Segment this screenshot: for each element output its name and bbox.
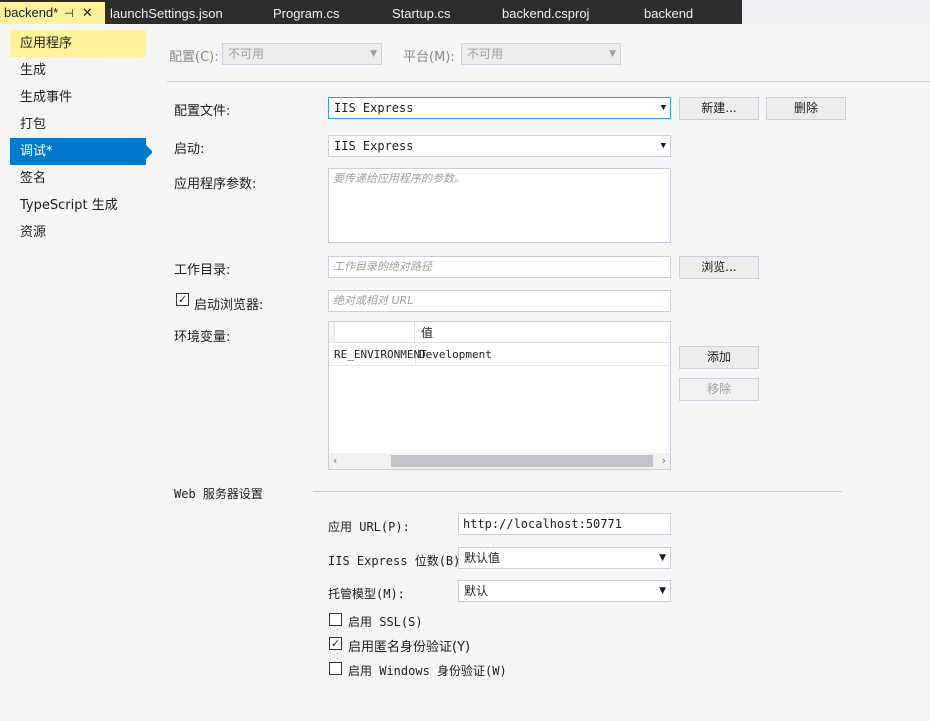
app-url-input[interactable]: http://localhost:50771 xyxy=(458,513,671,535)
chevron-down-icon: ▼ xyxy=(370,49,377,59)
iis-bitness-label: IIS Express 位数(B): xyxy=(328,554,468,568)
workdir-label: 工作目录: xyxy=(174,263,231,278)
tab-program[interactable]: Program.cs xyxy=(269,3,339,24)
env-grid-name-header[interactable] xyxy=(335,322,415,343)
web-server-separator xyxy=(313,491,842,492)
windows-auth-checkbox[interactable] xyxy=(329,662,342,675)
nav-item-package[interactable]: 打包 xyxy=(10,111,146,138)
chevron-down-icon: ▼ xyxy=(660,141,666,151)
scroll-right-icon[interactable]: › xyxy=(662,454,666,467)
env-grid-header: 值 xyxy=(329,322,670,343)
nav-item-resources[interactable]: 资源 xyxy=(10,219,146,246)
workdir-placeholder: 工作目录的绝对路径 xyxy=(333,260,432,273)
delete-profile-button[interactable]: 删除 xyxy=(766,97,846,120)
tab-startup[interactable]: Startup.cs xyxy=(388,3,451,24)
config-select[interactable]: 不可用 ▼ xyxy=(222,43,382,65)
scrollbar-thumb[interactable] xyxy=(391,455,653,467)
pin-icon[interactable]: ⊣ xyxy=(64,4,74,25)
app-url-value: http://localhost:50771 xyxy=(463,517,622,531)
chevron-down-icon: ▼ xyxy=(659,586,666,596)
tab-label: Startup.cs xyxy=(392,6,451,21)
debug-properties-panel: 配置(C): 不可用 ▼ 平台(M): 不可用 ▼ 配置文件: IIS Expres… xyxy=(152,24,930,721)
profile-label: 配置文件: xyxy=(174,104,231,119)
profile-select-value: IIS Express xyxy=(334,101,414,115)
chevron-down-icon: ▼ xyxy=(659,553,666,563)
tab-label: backend.csproj xyxy=(502,6,590,21)
platform-select[interactable]: 不可用 ▼ xyxy=(461,43,621,65)
env-vars-label: 环境变量: xyxy=(174,330,231,345)
anon-auth-label: 启用匿名身份验证(Y) xyxy=(348,640,471,655)
platform-label: 平台(M): xyxy=(403,50,455,65)
profile-select[interactable]: IIS Express ▼ xyxy=(328,97,671,119)
hosting-model-value: 默认 xyxy=(464,584,489,598)
launch-select[interactable]: IIS Express ▼ xyxy=(328,135,671,157)
add-env-button[interactable]: 添加 xyxy=(679,346,759,369)
nav-item-application[interactable]: 应用程序 xyxy=(10,30,146,57)
config-label: 配置(C): xyxy=(169,50,219,65)
browse-button[interactable]: 浏览... xyxy=(679,256,759,279)
ssl-checkbox[interactable] xyxy=(329,613,342,626)
tab-label: backend* xyxy=(4,5,59,20)
config-separator xyxy=(167,81,930,82)
tab-label: Program.cs xyxy=(273,6,340,21)
nav-item-signing[interactable]: 签名 xyxy=(10,165,146,192)
tab-label: launchSettings.json xyxy=(110,6,223,21)
document-tab-strip: backend* ⊣ ✕ launchSettings.json Program.c… xyxy=(0,0,930,24)
tab-backend-project[interactable]: backend xyxy=(640,3,693,24)
iis-bitness-value: 默认值 xyxy=(464,551,501,565)
app-args-placeholder: 要传递给应用程序的参数。 xyxy=(333,172,465,185)
web-server-section-title: Web 服务器设置 xyxy=(174,487,263,501)
horizontal-scrollbar[interactable]: ‹ › xyxy=(329,453,670,469)
env-vars-grid[interactable]: 值 RE_ENVIRONMENT Development ‹ › xyxy=(328,321,671,470)
chevron-down-icon: ▼ xyxy=(609,49,616,59)
workdir-input[interactable]: 工作目录的绝对路径 xyxy=(328,256,671,278)
app-url-label: 应用 URL(P): xyxy=(328,520,410,534)
launch-select-value: IIS Express xyxy=(334,139,414,153)
nav-item-typescript-build[interactable]: TypeScript 生成 xyxy=(10,192,146,219)
tab-label: backend xyxy=(644,6,694,21)
chevron-down-icon: ▼ xyxy=(660,103,666,113)
launch-browser-label: 启动浏览器: xyxy=(194,298,264,313)
env-grid-value-header[interactable]: 值 xyxy=(421,324,433,341)
platform-select-value: 不可用 xyxy=(467,47,504,61)
app-args-textarea[interactable]: 要传递给应用程序的参数。 xyxy=(328,168,671,243)
property-page-nav: 应用程序 生成 生成事件 打包 调试* 签名 TypeScript 生成 资源 xyxy=(0,24,153,721)
config-select-value: 不可用 xyxy=(228,47,265,61)
scroll-left-icon[interactable]: ‹ xyxy=(333,454,337,467)
tab-csproj[interactable]: backend.csproj xyxy=(498,3,589,24)
app-args-label: 应用程序参数: xyxy=(174,177,257,192)
nav-item-build[interactable]: 生成 xyxy=(10,57,146,84)
hosting-model-label: 托管模型(M): xyxy=(328,587,405,601)
env-var-name[interactable]: RE_ENVIRONMENT xyxy=(334,348,427,361)
launch-label: 启动: xyxy=(174,142,205,157)
hosting-model-select[interactable]: 默认 ▼ xyxy=(458,580,671,602)
tab-launchsettings[interactable]: launchSettings.json xyxy=(106,3,223,24)
env-var-value[interactable]: Development xyxy=(419,348,492,361)
iis-bitness-select[interactable]: 默认值 ▼ xyxy=(458,547,671,569)
windows-auth-label: 启用 Windows 身份验证(W) xyxy=(348,664,507,678)
anon-auth-checkbox[interactable]: ✓ xyxy=(329,637,342,650)
browser-url-input[interactable]: 绝对或相对 URL xyxy=(328,290,671,312)
table-row[interactable]: RE_ENVIRONMENT Development xyxy=(329,344,670,366)
new-profile-button[interactable]: 新建... xyxy=(679,97,759,120)
launch-browser-checkbox[interactable]: ✓ xyxy=(176,293,189,306)
nav-item-build-events[interactable]: 生成事件 xyxy=(10,84,146,111)
ssl-label: 启用 SSL(S) xyxy=(348,615,423,629)
remove-env-button[interactable]: 移除 xyxy=(679,378,759,401)
tab-backend[interactable]: backend* ⊣ ✕ xyxy=(0,2,105,24)
close-icon[interactable]: ✕ xyxy=(82,2,93,23)
browser-url-placeholder: 绝对或相对 URL xyxy=(333,294,414,307)
nav-item-debug[interactable]: 调试* xyxy=(10,138,153,165)
